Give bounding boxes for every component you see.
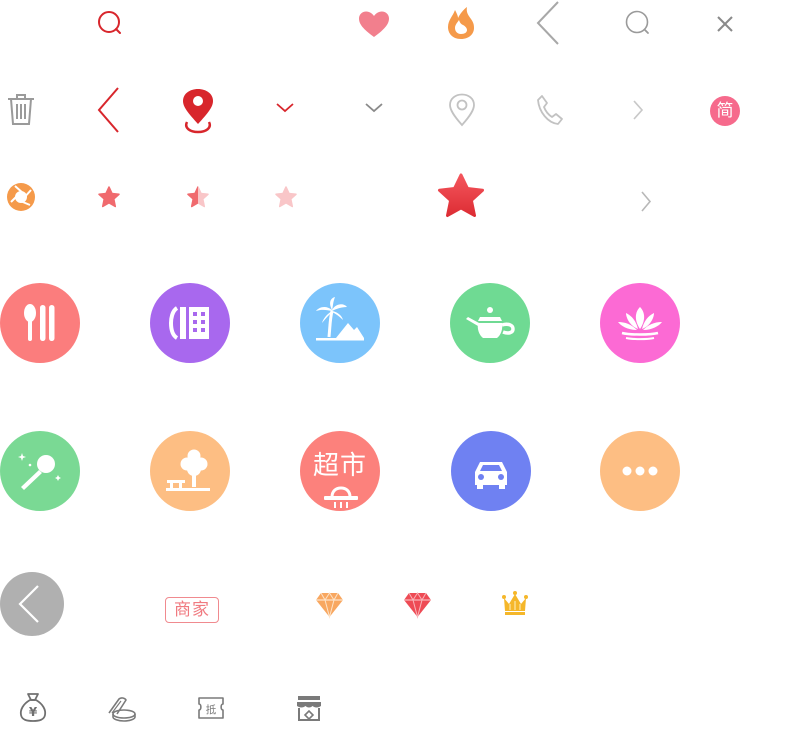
chevron-left-icon-red[interactable] (96, 86, 122, 134)
star-icon-full[interactable] (98, 186, 120, 208)
park-category-icon[interactable] (150, 431, 230, 511)
coupon-icon[interactable]: 抵 (197, 695, 225, 721)
simplified-chinese-icon[interactable]: 简 (710, 96, 740, 126)
search-icon-gray[interactable] (624, 9, 652, 37)
trash-icon[interactable] (6, 92, 36, 126)
location-pin-icon-gray[interactable] (448, 93, 476, 127)
scenic-spot-category-icon[interactable] (300, 283, 380, 363)
search-icon-red[interactable] (96, 9, 124, 37)
back-circle-button-icon[interactable] (0, 572, 64, 636)
chevron-down-icon-red[interactable] (276, 102, 294, 113)
chevron-left-icon-large[interactable] (534, 0, 562, 46)
chevron-down-icon-gray[interactable] (365, 102, 383, 113)
currency-label: ¥ (29, 705, 38, 719)
supermarket-category-icon[interactable]: 超市 (300, 431, 380, 511)
diamond-icon-orange (315, 592, 344, 619)
simplified-label: 简 (716, 101, 734, 121)
flame-icon[interactable] (445, 6, 477, 40)
store-icon[interactable] (295, 694, 323, 722)
hotel-category-icon[interactable] (150, 283, 230, 363)
phone-icon[interactable] (536, 94, 564, 126)
teahouse-category-icon[interactable] (450, 283, 530, 363)
more-category-icon[interactable] (600, 431, 680, 511)
shutter-icon[interactable] (6, 182, 36, 212)
coupon-label: 抵 (206, 703, 217, 716)
star-icon-large[interactable] (437, 173, 485, 219)
chevron-right-icon-small[interactable] (632, 100, 644, 120)
chevron-right-icon[interactable] (640, 191, 652, 212)
dining-category-icon[interactable] (0, 283, 80, 363)
diamond-icon-red (403, 592, 432, 619)
coins-icon[interactable] (106, 694, 138, 722)
star-icon-half[interactable] (187, 186, 209, 208)
location-pin-icon-red[interactable] (180, 88, 216, 134)
money-bag-icon[interactable]: ¥ (18, 691, 48, 723)
spa-category-icon[interactable] (600, 283, 680, 363)
car-category-icon[interactable] (451, 431, 531, 511)
ktv-category-icon[interactable] (0, 431, 80, 511)
heart-icon[interactable] (358, 10, 390, 38)
star-icon-empty[interactable] (275, 186, 297, 208)
close-icon[interactable] (716, 15, 734, 33)
crown-icon (501, 590, 529, 616)
merchant-tag: 商家 (165, 597, 219, 623)
